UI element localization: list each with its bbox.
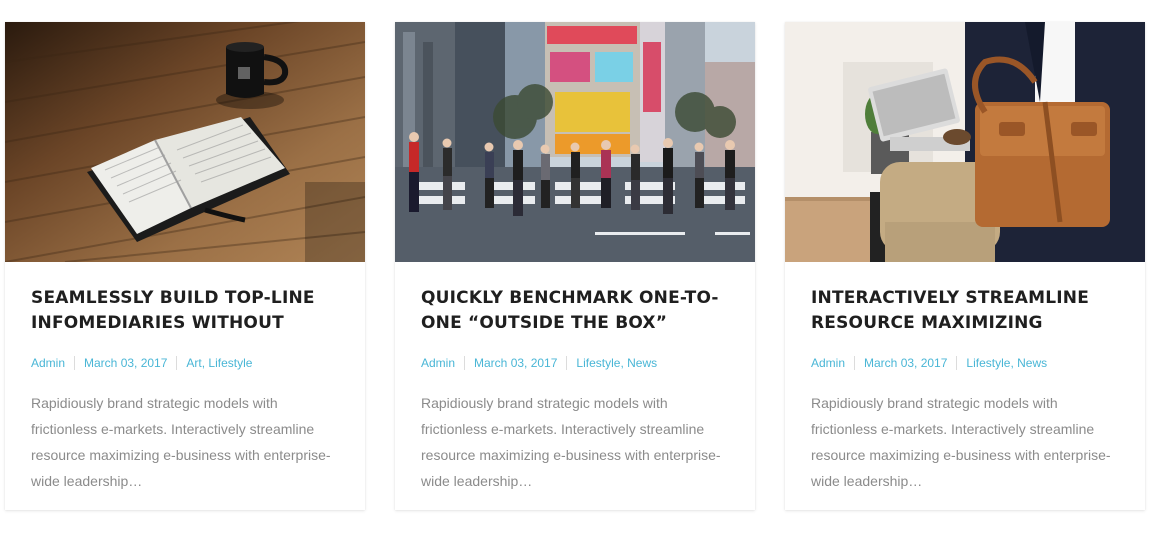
post-date-link[interactable]: March 03, 2017 — [84, 356, 167, 370]
meta-divider — [74, 356, 76, 370]
post-meta: Admin March 03, 2017 Lifestyle, News — [421, 356, 658, 370]
post-meta: Admin March 03, 2017 Lifestyle, News — [811, 356, 1048, 370]
meta-divider — [464, 356, 466, 370]
post-title[interactable]: SEAMLESSLY BUILD TOP-LINE INFOMEDIARIES … — [31, 286, 341, 336]
category-link[interactable]: Lifestyle — [208, 356, 252, 370]
post-thumbnail-businessman[interactable] — [785, 22, 1145, 262]
city-crosswalk-photo — [395, 22, 755, 262]
meta-divider — [956, 356, 958, 370]
blog-post-grid: SEAMLESSLY BUILD TOP-LINE INFOMEDIARIES … — [5, 22, 1145, 510]
category-link[interactable]: Art — [186, 356, 201, 370]
blog-post-card: INTERACTIVELY STREAMLINE RESOURCE MAXIMI… — [785, 22, 1145, 510]
meta-divider — [854, 356, 856, 370]
book-photo — [5, 22, 365, 262]
category-link[interactable]: News — [627, 356, 657, 370]
post-meta: Admin March 03, 2017 Art, Lifestyle — [31, 356, 253, 370]
meta-divider — [566, 356, 568, 370]
post-excerpt: Rapidiously brand strategic models with … — [421, 395, 721, 489]
post-author-link[interactable]: Admin — [31, 356, 65, 370]
post-author-link[interactable]: Admin — [421, 356, 455, 370]
category-link[interactable]: Lifestyle — [576, 356, 620, 370]
category-link[interactable]: Lifestyle — [966, 356, 1010, 370]
category-link[interactable]: News — [1017, 356, 1047, 370]
post-excerpt: Rapidiously brand strategic models with … — [31, 395, 331, 489]
blog-post-card: QUICKLY BENCHMARK ONE-TO-ONE “OUTSIDE TH… — [395, 22, 755, 510]
post-date-link[interactable]: March 03, 2017 — [474, 356, 557, 370]
post-author-link[interactable]: Admin — [811, 356, 845, 370]
post-excerpt: Rapidiously brand strategic models with … — [811, 395, 1111, 489]
meta-divider — [176, 356, 178, 370]
post-thumbnail-city[interactable] — [395, 22, 755, 262]
businessman-photo — [785, 22, 1145, 262]
blog-post-card: SEAMLESSLY BUILD TOP-LINE INFOMEDIARIES … — [5, 22, 365, 510]
post-title[interactable]: QUICKLY BENCHMARK ONE-TO-ONE “OUTSIDE TH… — [421, 286, 731, 336]
post-title[interactable]: INTERACTIVELY STREAMLINE RESOURCE MAXIMI… — [811, 286, 1121, 336]
post-date-link[interactable]: March 03, 2017 — [864, 356, 947, 370]
post-thumbnail-book[interactable] — [5, 22, 365, 262]
